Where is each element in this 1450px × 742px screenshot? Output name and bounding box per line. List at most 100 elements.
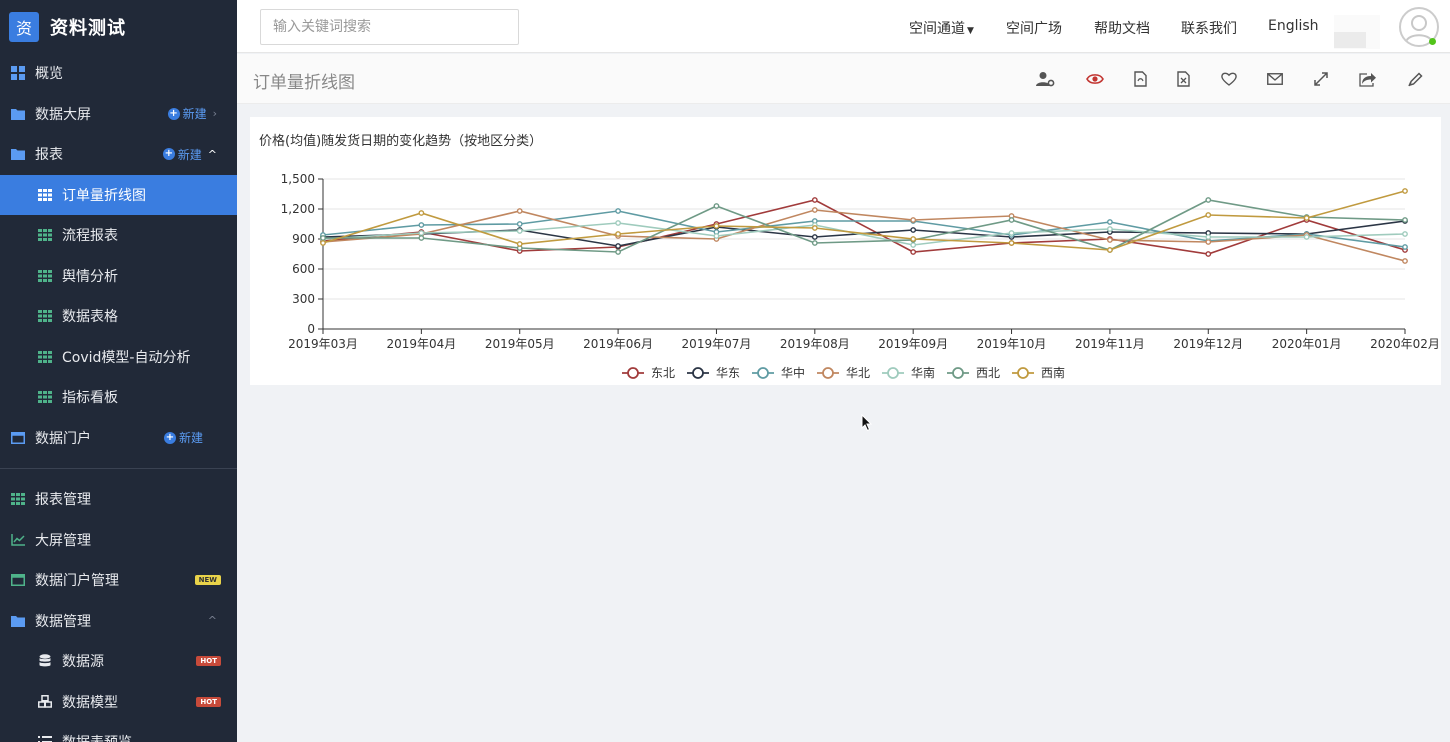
sidebar-item-report-management[interactable]: 报表管理 (0, 479, 237, 520)
window-icon (10, 573, 25, 588)
sidebar-item-label: 数据表格 (62, 309, 118, 326)
sidebar-item-data-screen[interactable]: 数据大屏 + 新建 › (0, 94, 237, 135)
data-point (910, 236, 917, 242)
sidebar-item-reports[interactable]: 报表 + 新建 ^ (0, 134, 237, 175)
user-settings-icon[interactable] (1035, 69, 1055, 89)
window-icon (10, 430, 25, 445)
legend-marker (887, 367, 899, 379)
data-point (1008, 217, 1015, 223)
sidebar-item-data-table[interactable]: 数据表格 (0, 296, 237, 337)
data-point (910, 217, 917, 223)
fullscreen-icon[interactable] (1311, 69, 1331, 89)
legend-marker (1017, 367, 1029, 379)
table-icon (37, 228, 52, 243)
x-tick-label: 2020年02月 (1370, 337, 1440, 351)
sidebar-item-portal-management[interactable]: 数据门户管理 NEW (0, 560, 237, 601)
hot-badge: HOT (196, 696, 221, 707)
sidebar-item-label: 舆情分析 (62, 268, 118, 285)
new-report-button[interactable]: + 新建 ^ (162, 146, 217, 163)
language-switch-link[interactable]: English (1268, 18, 1319, 34)
series-line (322, 199, 1406, 255)
data-point (320, 240, 326, 246)
legend-marker (822, 367, 834, 379)
sidebar-item-data-source[interactable]: 数据源 HOT (0, 641, 237, 682)
legend-label: 东北 (651, 366, 675, 380)
export-excel-icon[interactable] (1173, 69, 1193, 89)
legend-label: 华东 (716, 366, 740, 380)
data-point (713, 233, 720, 239)
data-point (1402, 244, 1408, 250)
x-tick-label: 2019年03月 (288, 337, 358, 351)
data-point (811, 240, 818, 246)
cubes-icon (37, 694, 52, 709)
line-chart[interactable]: 0 300 600 900 1,200 1,500 2019年03月 2019年04月 2019… (250, 117, 1441, 385)
sidebar-item-covid-model[interactable]: Covid模型-自动分析 (0, 337, 237, 378)
sidebar-item-data-management[interactable]: 数据管理 ^ (0, 601, 237, 642)
sidebar: 资 资料测试 概览 数据大屏 + 新建 › 报表 + 新建 ^ 订单量折线图 流程报表 (0, 0, 237, 742)
sidebar-item-screen-management[interactable]: 大屏管理 (0, 520, 237, 561)
y-tick-label: 1,200 (281, 202, 315, 216)
y-tick-label: 900 (292, 232, 315, 246)
new-label: 新建 (178, 431, 203, 446)
chevron-up-icon[interactable]: ^ (208, 614, 217, 627)
sidebar-item-label: 报表 (35, 147, 63, 164)
sidebar-item-sentiment-analysis[interactable]: 舆情分析 (0, 256, 237, 297)
eye-icon[interactable] (1085, 69, 1105, 89)
new-data-screen-button[interactable]: + 新建 › (167, 105, 217, 122)
mail-icon[interactable] (1265, 69, 1285, 89)
new-portal-button[interactable]: + 新建 (163, 429, 203, 446)
legend-marker (952, 367, 964, 379)
sidebar-item-label: 指标看板 (62, 390, 118, 407)
top-bar: 空间通道▼ 空间广场 帮助文档 联系我们 English (237, 0, 1450, 53)
data-point (811, 234, 818, 240)
caret-down-icon: ▼ (967, 26, 974, 36)
line-chart-icon (10, 532, 25, 547)
logo-row[interactable]: 资 资料测试 (0, 0, 237, 53)
chevron-right-icon[interactable]: › (213, 107, 217, 120)
space-plaza-link[interactable]: 空间广场 (1006, 18, 1062, 38)
sidebar-item-label: 订单量折线图 (62, 187, 146, 204)
edit-icon[interactable] (1405, 69, 1425, 89)
table-icon (37, 349, 52, 364)
new-badge: NEW (194, 575, 221, 586)
sidebar-divider (0, 468, 237, 469)
sidebar-item-label: 大屏管理 (35, 532, 91, 549)
sidebar-item-order-line-chart[interactable]: 订单量折线图 (0, 174, 237, 215)
heart-icon[interactable] (1219, 69, 1239, 89)
contact-us-link[interactable]: 联系我们 (1181, 18, 1237, 38)
data-point (1402, 231, 1408, 237)
data-point (615, 220, 621, 226)
data-point (910, 242, 917, 248)
data-point (516, 241, 523, 247)
legend-label: 华中 (781, 365, 805, 380)
data-point (418, 230, 425, 236)
export-pdf-icon[interactable] (1130, 69, 1150, 89)
sidebar-item-label: 数据模型 (62, 694, 118, 711)
title-bar: 订单量折线图 (237, 54, 1450, 104)
plus-icon: + (167, 107, 180, 120)
data-point (713, 203, 720, 209)
space-channel-label: 空间通道 (909, 21, 965, 37)
sidebar-item-overview[interactable]: 概览 (0, 53, 237, 94)
data-point (713, 223, 720, 229)
list-icon (37, 735, 52, 742)
sidebar-item-table-preview[interactable]: 数据表预览 (0, 722, 237, 742)
y-tick-label: 600 (292, 262, 315, 276)
sidebar-item-kpi-board[interactable]: 指标看板 (0, 377, 237, 418)
sidebar-item-data-model[interactable]: 数据模型 HOT (0, 682, 237, 723)
sidebar-item-label: 数据门户管理 (35, 573, 119, 590)
search-input[interactable] (260, 9, 519, 45)
data-point (516, 221, 523, 227)
space-channel-dropdown[interactable]: 空间通道 ▼ (909, 18, 974, 38)
share-icon[interactable] (1357, 69, 1377, 89)
grid-icon (10, 66, 25, 81)
legend-label: 华北 (846, 366, 870, 380)
chevron-up-icon[interactable]: ^ (208, 148, 217, 161)
help-docs-link[interactable]: 帮助文档 (1094, 18, 1150, 38)
x-tick-label: 2019年10月 (977, 337, 1047, 351)
sidebar-item-process-report[interactable]: 流程报表 (0, 215, 237, 256)
legend-label: 西北 (976, 366, 1000, 380)
data-point (615, 243, 621, 249)
sidebar-item-data-portal[interactable]: 数据门户 + 新建 (0, 418, 237, 459)
y-tick-label: 0 (307, 322, 315, 336)
